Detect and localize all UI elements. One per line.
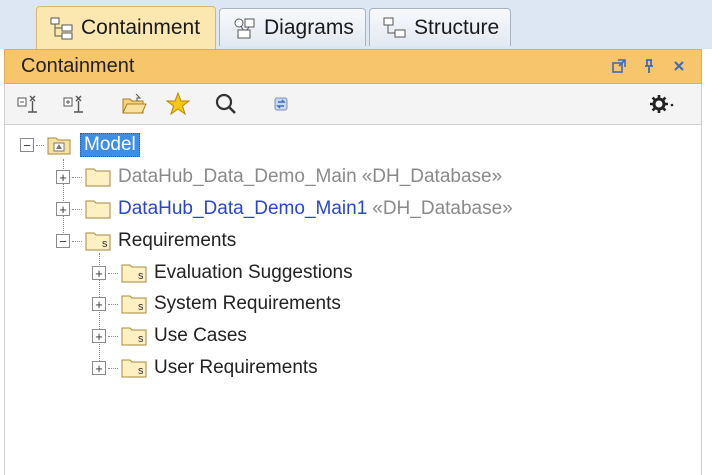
requirements-package-icon: s bbox=[120, 262, 148, 284]
expand-toggle[interactable]: + bbox=[92, 297, 106, 311]
tree-item-label: Evaluation Suggestions bbox=[154, 262, 353, 283]
tree-item-label: DataHub_Data_Demo_Main1 bbox=[118, 198, 368, 219]
tree-row[interactable]: + s System Requirements bbox=[92, 289, 341, 319]
panel-header: Containment bbox=[4, 49, 702, 84]
stereotype-label: «DH_Database» bbox=[372, 198, 513, 219]
containment-tree: − Model + DataHub_Data_Demo_Main «DH_Dat… bbox=[4, 124, 702, 475]
svg-text:s: s bbox=[102, 238, 108, 250]
expand-toggle[interactable]: + bbox=[56, 202, 70, 216]
tree-row[interactable]: + s Evaluation Suggestions bbox=[92, 258, 353, 288]
structure-icon bbox=[382, 16, 408, 40]
tab-strip: Containment Diagrams Structure bbox=[0, 0, 712, 49]
tree-item-label: Model bbox=[80, 133, 140, 157]
tree-row-model[interactable]: − Model bbox=[20, 130, 140, 160]
tree-item-label: Requirements bbox=[118, 230, 237, 251]
expand-all-icon[interactable] bbox=[61, 91, 87, 117]
tab-label: Structure bbox=[414, 15, 500, 39]
containment-icon bbox=[49, 16, 75, 40]
svg-text:s: s bbox=[138, 333, 144, 345]
requirements-package-icon: s bbox=[84, 230, 112, 252]
tree-row[interactable]: + s Use Cases bbox=[92, 321, 247, 351]
tab-label: Diagrams bbox=[264, 15, 354, 39]
diagrams-icon bbox=[232, 16, 258, 40]
collapse-all-icon[interactable] bbox=[15, 91, 41, 117]
tree-item-label: System Requirements bbox=[154, 293, 341, 314]
tree-row[interactable]: + DataHub_Data_Demo_Main1 «DH_Database» bbox=[56, 194, 513, 224]
sync-icon[interactable] bbox=[268, 91, 294, 117]
stereotype-label: «DH_Database» bbox=[361, 166, 503, 187]
package-icon bbox=[84, 166, 112, 188]
tree-item-label: User Requirements bbox=[154, 357, 318, 378]
search-icon[interactable] bbox=[213, 91, 239, 117]
tree-row-requirements[interactable]: − s Requirements bbox=[56, 226, 236, 256]
tree-row[interactable]: + s User Requirements bbox=[92, 353, 318, 383]
svg-text:s: s bbox=[138, 365, 144, 377]
requirements-package-icon: s bbox=[120, 293, 148, 315]
package-icon bbox=[84, 198, 112, 220]
pin-icon[interactable] bbox=[639, 56, 659, 76]
containment-browser: Containment Diagrams Structure Containme… bbox=[0, 0, 712, 475]
tree-item-label: Use Cases bbox=[154, 325, 247, 346]
tree-item-label: DataHub_Data_Demo_Main bbox=[118, 166, 357, 187]
open-folder-icon[interactable] bbox=[121, 91, 147, 117]
tab-diagrams[interactable]: Diagrams bbox=[219, 8, 366, 46]
collapse-toggle[interactable]: − bbox=[56, 234, 70, 248]
requirements-package-icon: s bbox=[120, 325, 148, 347]
svg-text:s: s bbox=[138, 301, 144, 313]
toolbar bbox=[4, 84, 702, 124]
requirements-package-icon: s bbox=[120, 357, 148, 379]
expand-toggle[interactable]: + bbox=[92, 361, 106, 375]
panel-title: Containment bbox=[21, 55, 135, 77]
restore-icon[interactable] bbox=[609, 56, 629, 76]
expand-toggle[interactable]: + bbox=[92, 329, 106, 343]
collapse-toggle[interactable]: − bbox=[20, 138, 34, 152]
settings-gear-icon[interactable] bbox=[649, 91, 675, 117]
model-package-icon bbox=[46, 134, 74, 156]
favorite-star-icon[interactable] bbox=[165, 91, 191, 117]
tab-structure[interactable]: Structure bbox=[369, 8, 511, 46]
tree-row[interactable]: + DataHub_Data_Demo_Main «DH_Database» bbox=[56, 162, 502, 192]
tab-containment[interactable]: Containment bbox=[36, 6, 216, 49]
svg-text:s: s bbox=[138, 270, 144, 282]
close-icon[interactable] bbox=[669, 56, 689, 76]
expand-toggle[interactable]: + bbox=[56, 170, 70, 184]
tab-label: Containment bbox=[81, 16, 201, 39]
expand-toggle[interactable]: + bbox=[92, 266, 106, 280]
